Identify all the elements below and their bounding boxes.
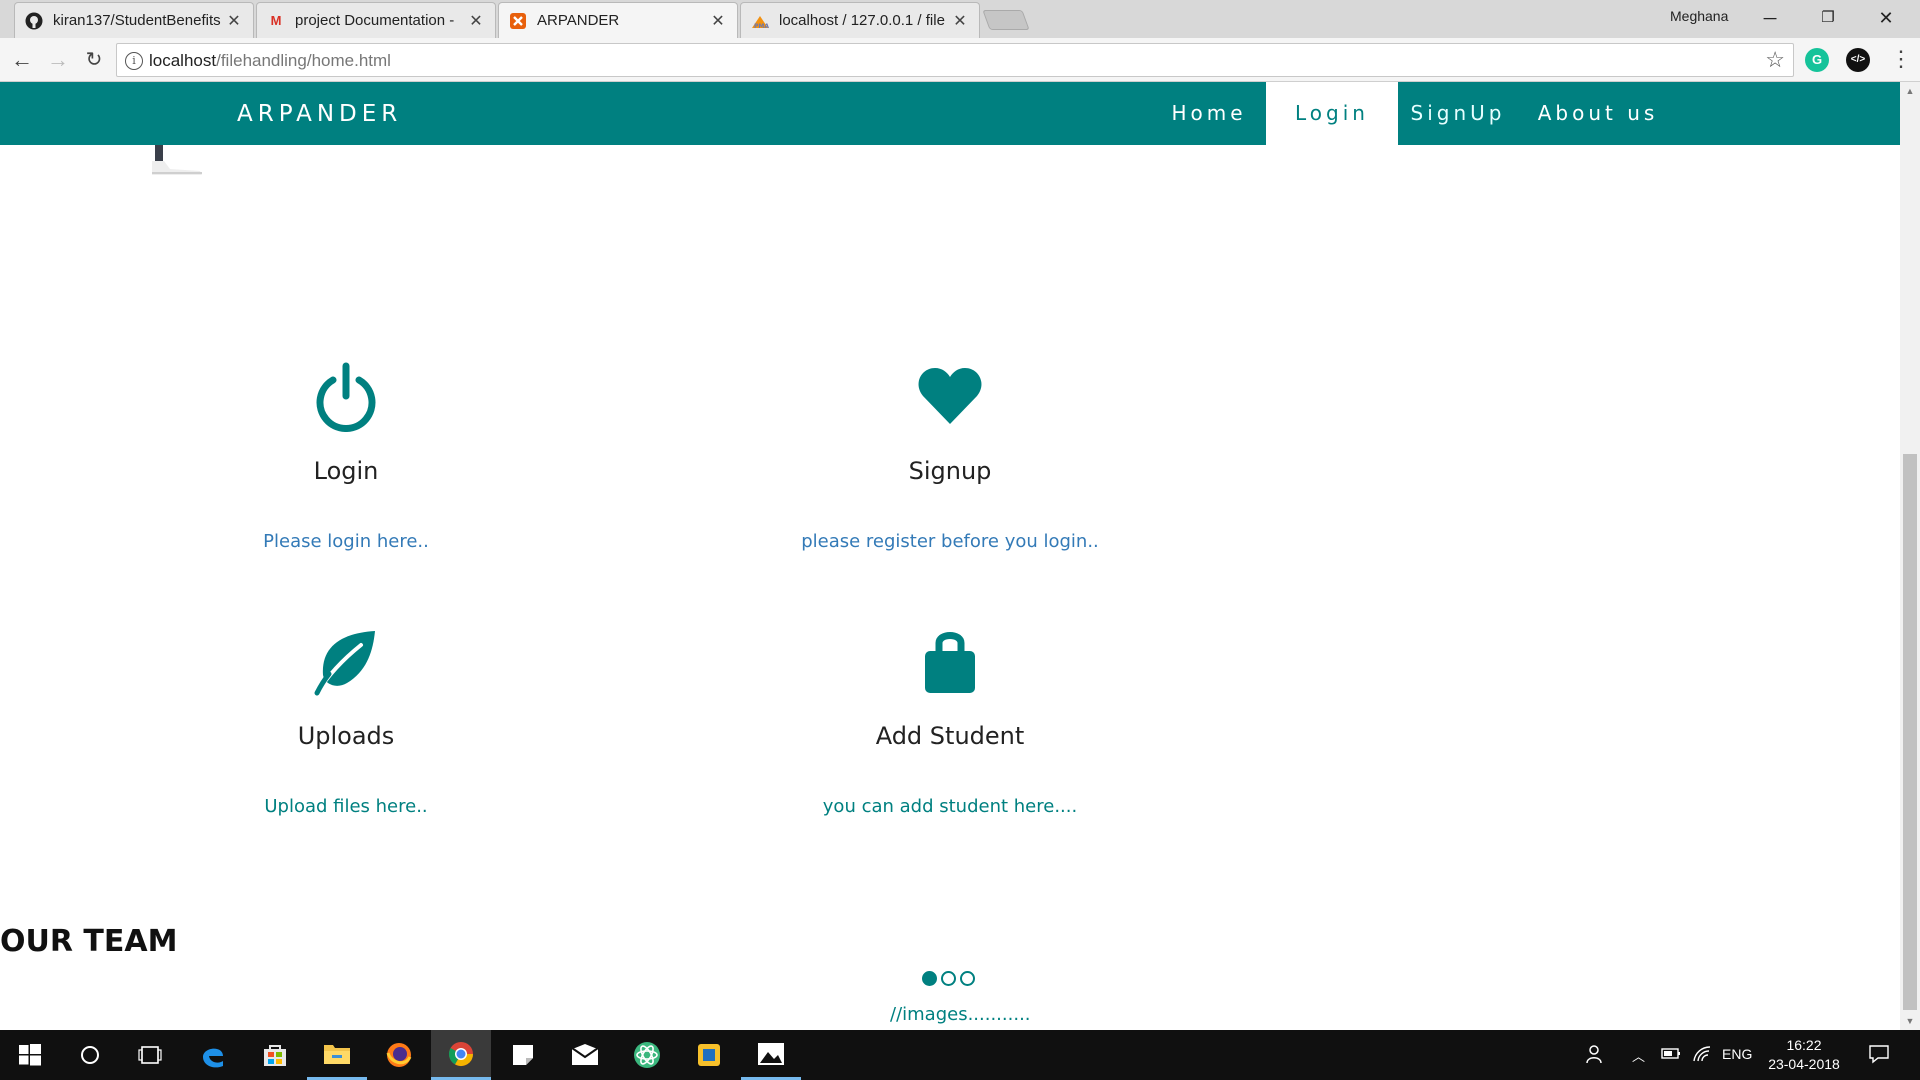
info-icon[interactable]: i — [125, 52, 143, 70]
lock-icon — [925, 632, 975, 693]
chrome-icon[interactable] — [431, 1030, 491, 1080]
feature-login: Login Please login here.. — [136, 362, 556, 552]
new-tab-button[interactable] — [982, 10, 1030, 30]
scroll-down-icon[interactable]: ▼ — [1900, 1012, 1920, 1030]
profile-name[interactable]: Meghana — [1670, 8, 1728, 24]
system-clock[interactable]: 16:22 23-04-2018 — [1764, 1036, 1844, 1074]
browser-tab[interactable]: PMA localhost / 127.0.0.1 / file ✕ — [740, 2, 980, 38]
feature-add-student: Add Student you can add student here.... — [740, 627, 1160, 817]
store-icon[interactable] — [245, 1030, 305, 1080]
windows-start-icon[interactable] — [0, 1030, 60, 1080]
notifications-icon[interactable] — [1868, 1044, 1890, 1069]
bookmark-star-icon[interactable]: ☆ — [1765, 47, 1785, 73]
forward-arrow-icon[interactable]: → — [44, 46, 72, 74]
sticky-notes-icon[interactable] — [493, 1030, 553, 1080]
scrollbar-thumb[interactable] — [1903, 454, 1917, 1010]
carousel-dot-active[interactable] — [922, 971, 937, 986]
windows-taskbar: ︿ ENG 16:22 23-04-2018 — [0, 1030, 1920, 1080]
close-window-icon[interactable]: ✕ — [1864, 4, 1908, 32]
url-text: localhost/filehandling/home.html — [149, 51, 391, 70]
tab-title: ARPANDER — [537, 12, 620, 29]
close-tab-icon[interactable]: ✕ — [467, 11, 485, 31]
address-bar[interactable]: i localhost/filehandling/home.html ☆ — [116, 43, 1794, 77]
reload-icon[interactable]: ↻ — [80, 46, 108, 74]
hero-image-fragment — [152, 145, 202, 175]
grammarly-icon[interactable]: G — [1805, 48, 1829, 72]
chevron-up-icon[interactable]: ︿ — [1632, 1046, 1645, 1065]
github-icon — [25, 12, 43, 30]
feature-title: Add Student — [875, 722, 1025, 750]
browser-tab-active[interactable]: ARPANDER ✕ — [498, 2, 738, 38]
carousel-dot[interactable] — [941, 971, 956, 986]
feature-title: Uploads — [297, 722, 395, 750]
clock-date: 23-04-2018 — [1768, 1056, 1840, 1072]
tab-title: project Documentation - — [295, 12, 455, 29]
feature-link[interactable]: Please login here.. — [136, 531, 556, 552]
nav-signup[interactable]: SignUp — [1398, 82, 1518, 145]
mail-icon[interactable] — [555, 1030, 615, 1080]
tab-title: localhost / 127.0.0.1 / file — [779, 12, 945, 29]
svg-text:PMA: PMA — [754, 23, 769, 30]
file-explorer-icon[interactable] — [307, 1030, 367, 1080]
carousel-placeholder-text[interactable]: //images........... — [890, 1004, 1031, 1025]
close-tab-icon[interactable]: ✕ — [951, 11, 969, 31]
carousel-indicators — [922, 971, 975, 986]
feature-signup: Signup please register before you login.… — [740, 362, 1160, 552]
clock-time: 16:22 — [1786, 1037, 1822, 1053]
back-arrow-icon[interactable]: ← — [8, 46, 36, 74]
restore-icon[interactable]: ❐ — [1806, 4, 1850, 32]
heart-icon — [918, 368, 982, 424]
browser-menu-icon[interactable]: ⋮ — [1890, 46, 1912, 72]
browser-tab[interactable]: M project Documentation - ✕ — [256, 2, 496, 38]
wifi-icon[interactable] — [1692, 1044, 1712, 1067]
feature-link[interactable]: Upload files here.. — [136, 796, 556, 817]
page-viewport: ARPANDER Home Login SignUp About us Logi… — [0, 82, 1920, 1030]
nav-about-us[interactable]: About us — [1518, 82, 1678, 145]
minimize-icon[interactable]: ─ — [1748, 4, 1792, 32]
feature-uploads: Uploads Upload files here.. — [136, 627, 556, 817]
page-scrollbar[interactable]: ▲ ▼ — [1900, 82, 1920, 1030]
power-icon — [316, 362, 376, 432]
nav-login[interactable]: Login — [1266, 82, 1398, 145]
team-heading: OUR TEAM — [0, 924, 178, 959]
code-extension-icon[interactable]: </> — [1846, 48, 1870, 72]
browser-tab[interactable]: kiran137/StudentBenefits ✕ — [14, 2, 254, 38]
phpmyadmin-icon: PMA — [751, 12, 769, 30]
photos-icon[interactable] — [741, 1030, 801, 1080]
carousel-dot[interactable] — [960, 971, 975, 986]
scroll-up-icon[interactable]: ▲ — [1900, 82, 1920, 100]
leaf-icon — [314, 631, 375, 696]
browser-tab-strip: kiran137/StudentBenefits ✕ M project Doc… — [0, 0, 1920, 38]
language-indicator[interactable]: ENG — [1722, 1046, 1752, 1062]
feature-title: Signup — [908, 457, 992, 485]
feature-link[interactable]: please register before you login.. — [740, 531, 1160, 552]
atom-app-icon[interactable] — [617, 1030, 677, 1080]
edge-browser-icon[interactable] — [183, 1030, 243, 1080]
close-tab-icon[interactable]: ✕ — [225, 11, 243, 31]
tab-title: kiran137/StudentBenefits — [53, 12, 221, 29]
site-brand[interactable]: ARPANDER — [237, 101, 402, 127]
battery-icon[interactable] — [1660, 1044, 1682, 1067]
close-tab-icon[interactable]: ✕ — [709, 11, 727, 31]
browser-toolbar: ← → ↻ i localhost/filehandling/home.html… — [0, 38, 1920, 82]
nav-home[interactable]: Home — [1152, 82, 1266, 145]
xampp-icon — [509, 12, 527, 30]
people-icon[interactable] — [1586, 1044, 1606, 1069]
firefox-icon[interactable] — [369, 1030, 429, 1080]
task-view-icon[interactable] — [120, 1030, 180, 1080]
feature-title: Login — [313, 457, 379, 485]
feature-link[interactable]: you can add student here.... — [740, 796, 1160, 817]
virtualbox-icon[interactable] — [679, 1030, 739, 1080]
site-navbar: ARPANDER Home Login SignUp About us — [0, 82, 1900, 145]
cortana-search-icon[interactable] — [60, 1030, 120, 1080]
gmail-icon: M — [270, 13, 282, 28]
